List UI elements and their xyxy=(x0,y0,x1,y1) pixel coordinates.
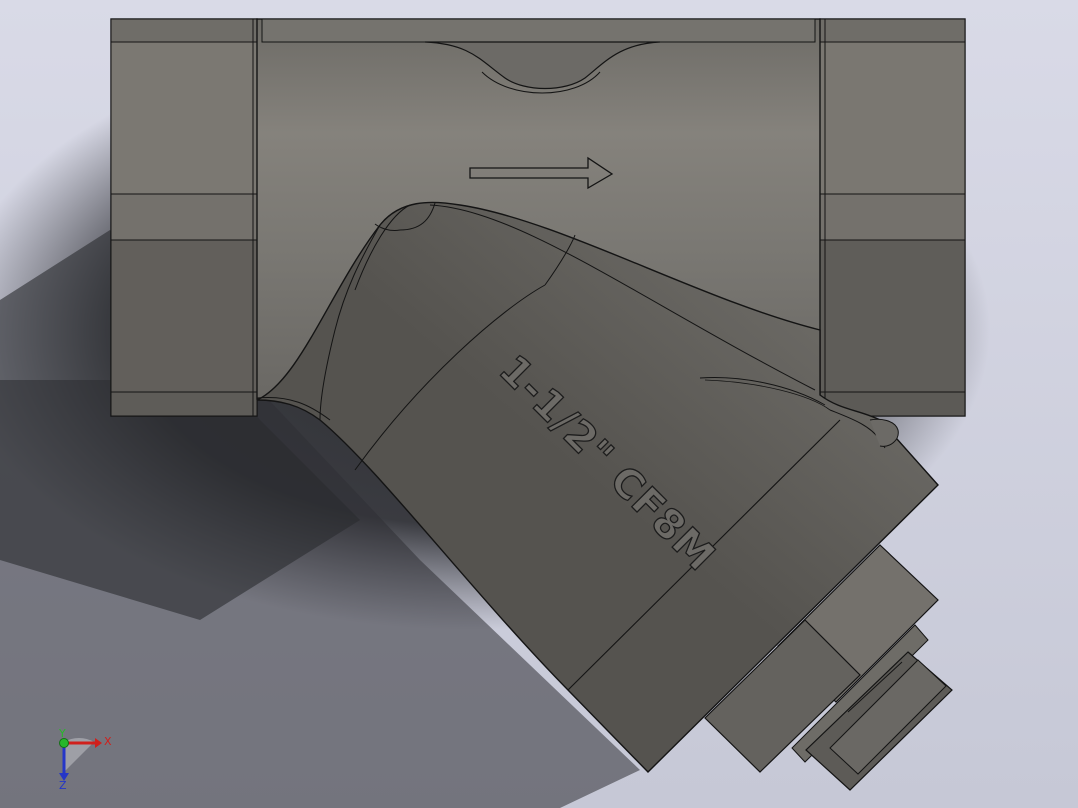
x-axis-label: X xyxy=(104,735,112,748)
left-end-connection[interactable] xyxy=(110,18,258,417)
right-end-connection[interactable] xyxy=(819,18,966,417)
z-axis-label: Z xyxy=(59,779,67,792)
cad-viewport[interactable]: 1-1/2" CF8M X Y Z xyxy=(0,0,1078,808)
y-axis-label: Y xyxy=(58,727,66,740)
model-canvas[interactable]: 1-1/2" CF8M X Y Z xyxy=(0,0,1078,808)
